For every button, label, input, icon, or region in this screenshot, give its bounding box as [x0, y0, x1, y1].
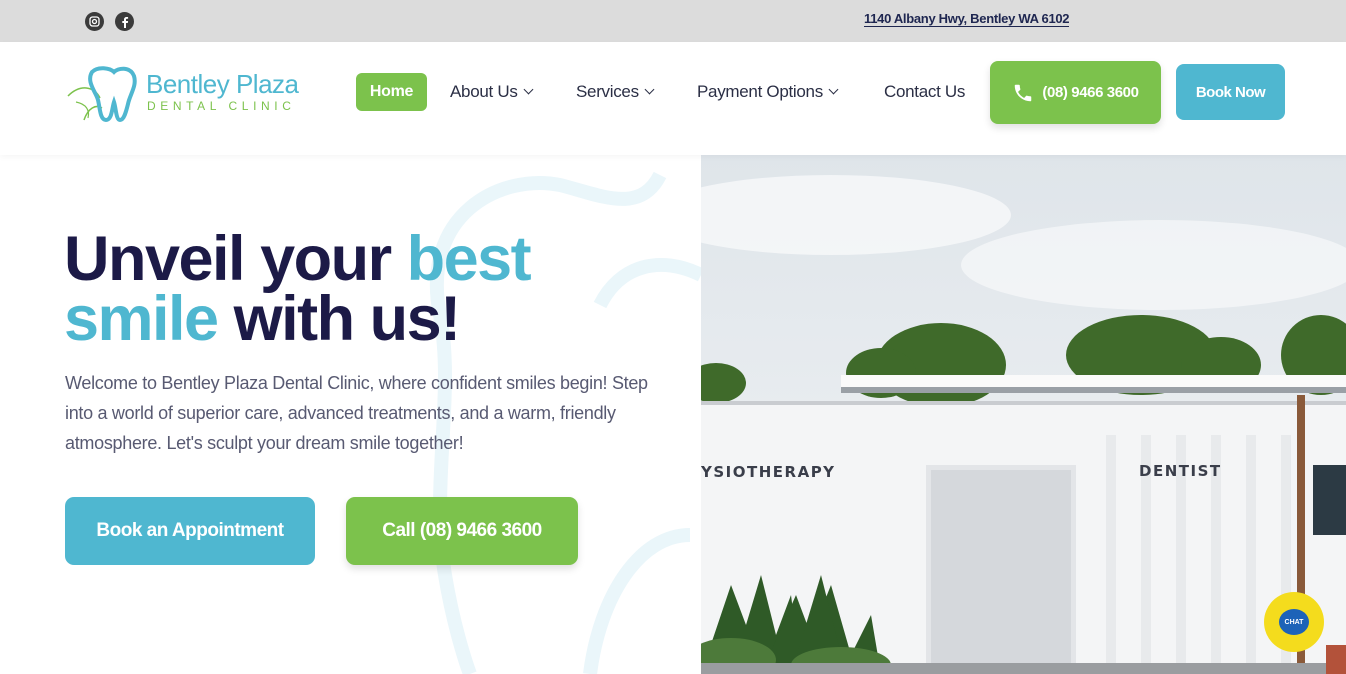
tooth-logo-icon: [67, 66, 137, 123]
clinic-logo[interactable]: Bentley Plaza DENTAL CLINIC: [66, 64, 311, 126]
book-appointment-button[interactable]: Book an Appointment: [65, 497, 315, 565]
hero-intro: Welcome to Bentley Plaza Dental Clinic, …: [65, 373, 648, 453]
clinic-photo: YSIOTHERAPY DENTIST: [701, 155, 1346, 674]
phone-button[interactable]: (08) 9466 3600: [990, 61, 1161, 124]
hero-headline: Unveil your best smile with us!: [64, 228, 532, 351]
chat-icon: CHAT: [1279, 609, 1309, 635]
chat-label: CHAT: [1284, 618, 1304, 626]
top-bar: 1140 Albany Hwy, Bentley WA 6102: [0, 0, 1346, 42]
photo-sign-physiotherapy: YSIOTHERAPY: [701, 463, 836, 481]
site-header: Bentley Plaza DENTAL CLINIC Home About U…: [0, 42, 1346, 155]
nav-services[interactable]: Services: [576, 82, 655, 102]
chat-widget-button[interactable]: CHAT: [1264, 592, 1324, 652]
phone-button-label: (08) 9466 3600: [1042, 84, 1139, 101]
phone-icon: [1015, 84, 1032, 101]
nav-payment-label: Payment Options: [697, 82, 823, 101]
nav-about-us[interactable]: About Us: [450, 82, 533, 102]
logo-name: Bentley Plaza: [146, 69, 299, 99]
hero-section: Unveil your best smile with us! Welcome t…: [0, 155, 701, 674]
chevron-down-icon: [828, 84, 839, 95]
call-button[interactable]: Call (08) 9466 3600: [346, 497, 578, 565]
nav-payment-options[interactable]: Payment Options: [697, 82, 839, 102]
logo-subtitle: DENTAL CLINIC: [147, 99, 296, 113]
photo-sign-dentist: DENTIST: [1139, 462, 1222, 480]
nav-services-label: Services: [576, 82, 639, 101]
nav-about-label: About Us: [450, 82, 518, 101]
nav-contact-label: Contact Us: [884, 82, 966, 101]
instagram-icon[interactable]: [85, 12, 104, 31]
book-now-button[interactable]: Book Now: [1176, 64, 1285, 120]
address-link[interactable]: 1140 Albany Hwy, Bentley WA 6102: [864, 11, 1070, 27]
chevron-down-icon: [644, 84, 655, 95]
headline-part-2: with us!: [217, 284, 461, 354]
nav-home[interactable]: Home: [356, 73, 427, 111]
chevron-down-icon: [523, 84, 533, 95]
nav-contact-us[interactable]: Contact Us: [884, 82, 965, 102]
clinic-building-image: [701, 155, 1346, 674]
facebook-icon[interactable]: [115, 12, 134, 31]
headline-highlight-2: smile: [64, 284, 219, 354]
